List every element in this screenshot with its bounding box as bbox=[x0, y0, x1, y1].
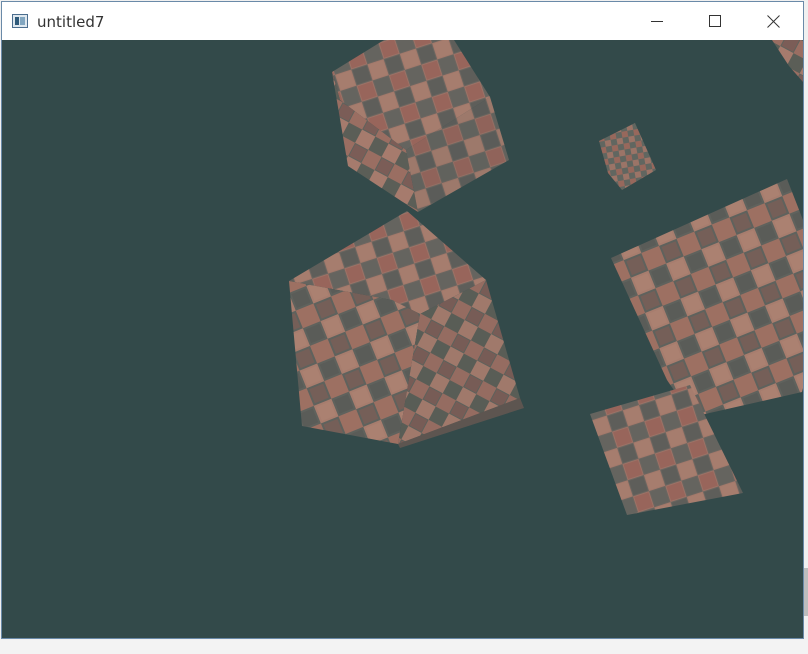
maximize-button[interactable] bbox=[686, 2, 744, 40]
app-window: untitled7 bbox=[1, 1, 804, 639]
desktop-strip bbox=[0, 640, 808, 654]
cube-corner-edge bbox=[772, 40, 803, 82]
minimize-button[interactable] bbox=[628, 2, 686, 40]
close-icon bbox=[766, 14, 780, 28]
title-bar[interactable]: untitled7 bbox=[2, 2, 803, 40]
close-button[interactable] bbox=[744, 2, 802, 40]
minimize-icon bbox=[651, 21, 663, 22]
qt-window-icon bbox=[12, 14, 28, 28]
resize-edge[interactable] bbox=[804, 568, 808, 616]
cube-right bbox=[611, 179, 803, 417]
cube-small bbox=[599, 123, 656, 190]
window-title: untitled7 bbox=[37, 13, 105, 31]
cube-center bbox=[289, 211, 524, 448]
scene-render bbox=[289, 40, 803, 515]
opengl-viewport[interactable] bbox=[2, 40, 803, 638]
maximize-icon bbox=[709, 15, 721, 27]
cube-top bbox=[332, 40, 509, 212]
